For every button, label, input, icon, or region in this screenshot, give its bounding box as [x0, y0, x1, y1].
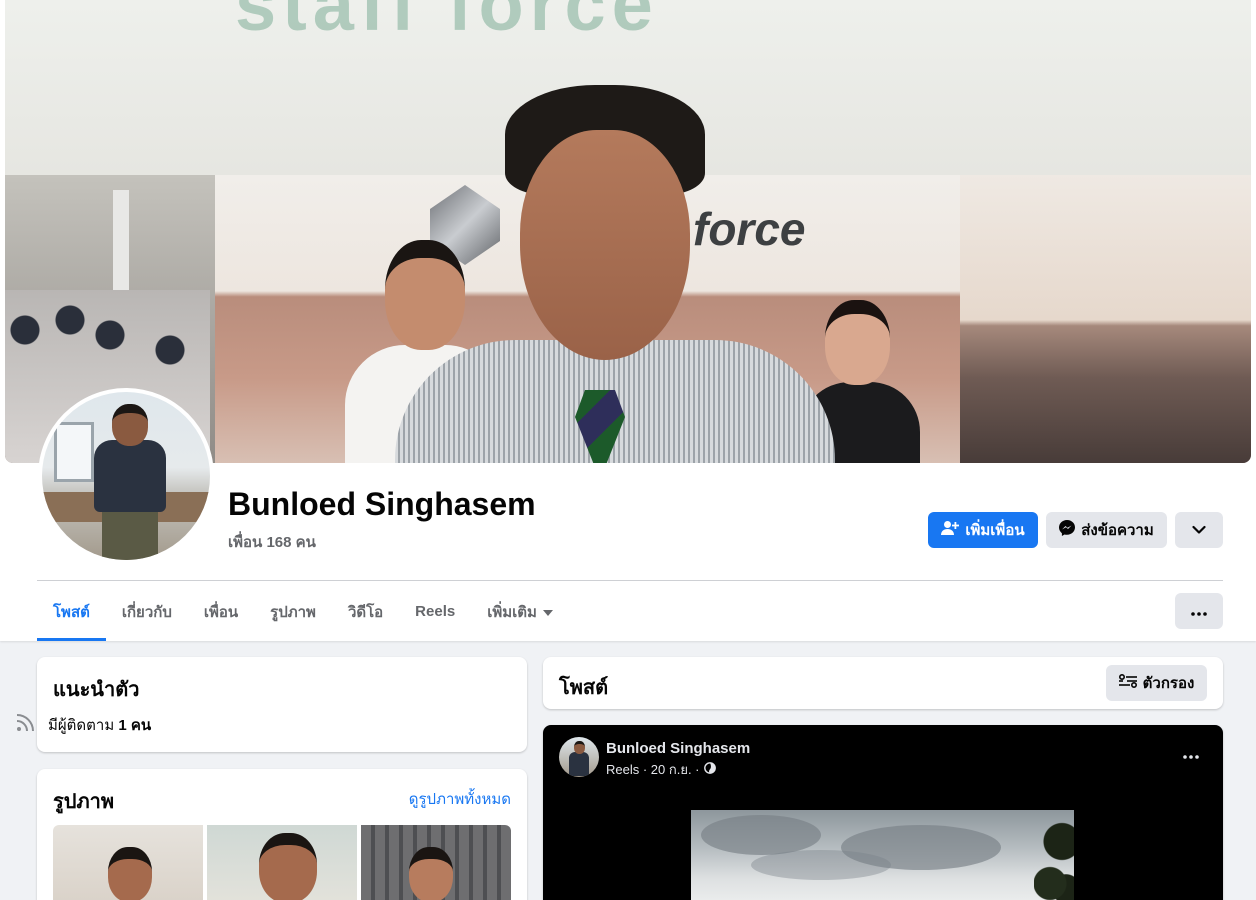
add-friend-button[interactable]: เพิ่มเพื่อน [928, 512, 1038, 548]
profile-tabs: โพสต์ เกี่ยวกับ เพื่อน รูปภาพ วิดีโอ Ree… [37, 582, 569, 641]
tab-posts[interactable]: โพสต์ [37, 582, 106, 641]
photo-thumbnail[interactable] [207, 825, 357, 900]
photo-grid [53, 825, 511, 900]
tab-videos-label: วิดีโอ [347, 603, 384, 621]
post-author-avatar-body [569, 752, 589, 776]
cover-banner-text: staff force [235, 0, 659, 46]
tab-more[interactable]: เพิ่มเติม [471, 582, 569, 641]
followers-row: มีผู้ติดตาม 1 คน [16, 712, 151, 737]
post-meta: Reels · 20 ก.ย. · [606, 759, 716, 780]
cover-photo[interactable]: staff force force [5, 0, 1251, 463]
see-all-photos-link[interactable]: ดูรูปภาพทั้งหมด [409, 787, 511, 811]
posts-title: โพสต์ [559, 677, 609, 699]
followers-text: มีผู้ติดตาม 1 คน [48, 713, 151, 737]
tab-friends-label: เพื่อน [203, 603, 239, 621]
post-author-avatar-head [574, 741, 585, 754]
friends-count[interactable]: เพื่อน 168 คน [228, 530, 316, 554]
sky-cloud [701, 815, 821, 855]
avatar-head [112, 404, 148, 446]
message-label: ส่งข้อความ [1081, 522, 1154, 539]
cover-person-left-head [385, 240, 465, 350]
tab-friends[interactable]: เพื่อน [188, 582, 254, 641]
profile-avatar[interactable] [42, 392, 210, 560]
intro-card: แนะนำตัว [37, 657, 527, 752]
filter-icon [1118, 673, 1137, 692]
reel-video-thumbnail[interactable] [691, 810, 1074, 900]
photo-thumbnail[interactable] [53, 825, 203, 900]
profile-header: staff force force Bunloed Singhasem เพื่… [0, 0, 1256, 641]
intro-title: แนะนำตัว [53, 679, 140, 701]
cover-right-wall [960, 175, 1251, 463]
avatar-body [94, 440, 166, 512]
photo-thumbnail[interactable] [361, 825, 511, 900]
photos-card: รูปภาพ ดูรูปภาพทั้งหมด [37, 769, 527, 900]
chevron-down-icon [1192, 522, 1206, 539]
ellipsis-icon [1183, 746, 1199, 764]
profile-name: Bunloed Singhasem [228, 486, 536, 522]
profile-avatar-frame[interactable] [38, 388, 214, 564]
photo-subject [409, 847, 453, 900]
ellipsis-icon [1191, 603, 1207, 620]
sky-cloud [751, 850, 891, 880]
tab-photos[interactable]: รูปภาพ [254, 582, 332, 641]
tab-reels[interactable]: Reels [399, 582, 471, 641]
messenger-icon [1059, 520, 1076, 540]
posts-header-card: โพสต์ ตัวกรอง [543, 657, 1223, 709]
caret-down-icon [542, 603, 553, 620]
tab-about[interactable]: เกี่ยวกับ [106, 582, 188, 641]
cover-person-right-head [825, 300, 890, 385]
profile-options-dropdown[interactable] [1175, 512, 1223, 548]
tab-reels-label: Reels [415, 603, 456, 620]
post-options-button[interactable] [1173, 741, 1209, 769]
tab-videos[interactable]: วิดีโอ [332, 582, 399, 641]
cover-person-main [395, 85, 835, 463]
post-meta-text[interactable]: Reels · 20 ก.ย. · [606, 759, 700, 780]
photos-title: รูปภาพ [53, 791, 115, 813]
message-button[interactable]: ส่งข้อความ [1046, 512, 1167, 548]
tree-silhouette [1034, 810, 1074, 900]
followers-prefix: มีผู้ติดตาม [48, 716, 115, 734]
filter-button[interactable]: ตัวกรอง [1106, 665, 1207, 701]
profile-more-button[interactable] [1175, 593, 1223, 629]
avatar-window [54, 422, 94, 482]
post-author-name[interactable]: Bunloed Singhasem [606, 740, 750, 757]
reel-post-card: Bunloed Singhasem Reels · 20 ก.ย. · [543, 725, 1223, 900]
add-friend-icon [941, 520, 960, 540]
tab-more-label: เพิ่มเติม [487, 603, 537, 621]
photo-subject [259, 833, 317, 900]
tab-photos-label: รูปภาพ [270, 603, 316, 621]
photo-subject [108, 847, 152, 900]
tab-posts-label: โพสต์ [53, 603, 90, 621]
filter-label: ตัวกรอง [1142, 675, 1195, 692]
cover-person-main-face [520, 130, 690, 360]
tab-about-label: เกี่ยวกับ [121, 603, 172, 621]
avatar-legs [102, 510, 158, 560]
post-author-avatar[interactable] [559, 737, 599, 777]
followers-count[interactable]: 1 คน [118, 717, 151, 734]
add-friend-label: เพิ่มเพื่อน [965, 522, 1025, 539]
header-divider [37, 580, 1223, 581]
rss-icon [16, 712, 36, 737]
globe-icon [703, 762, 716, 777]
